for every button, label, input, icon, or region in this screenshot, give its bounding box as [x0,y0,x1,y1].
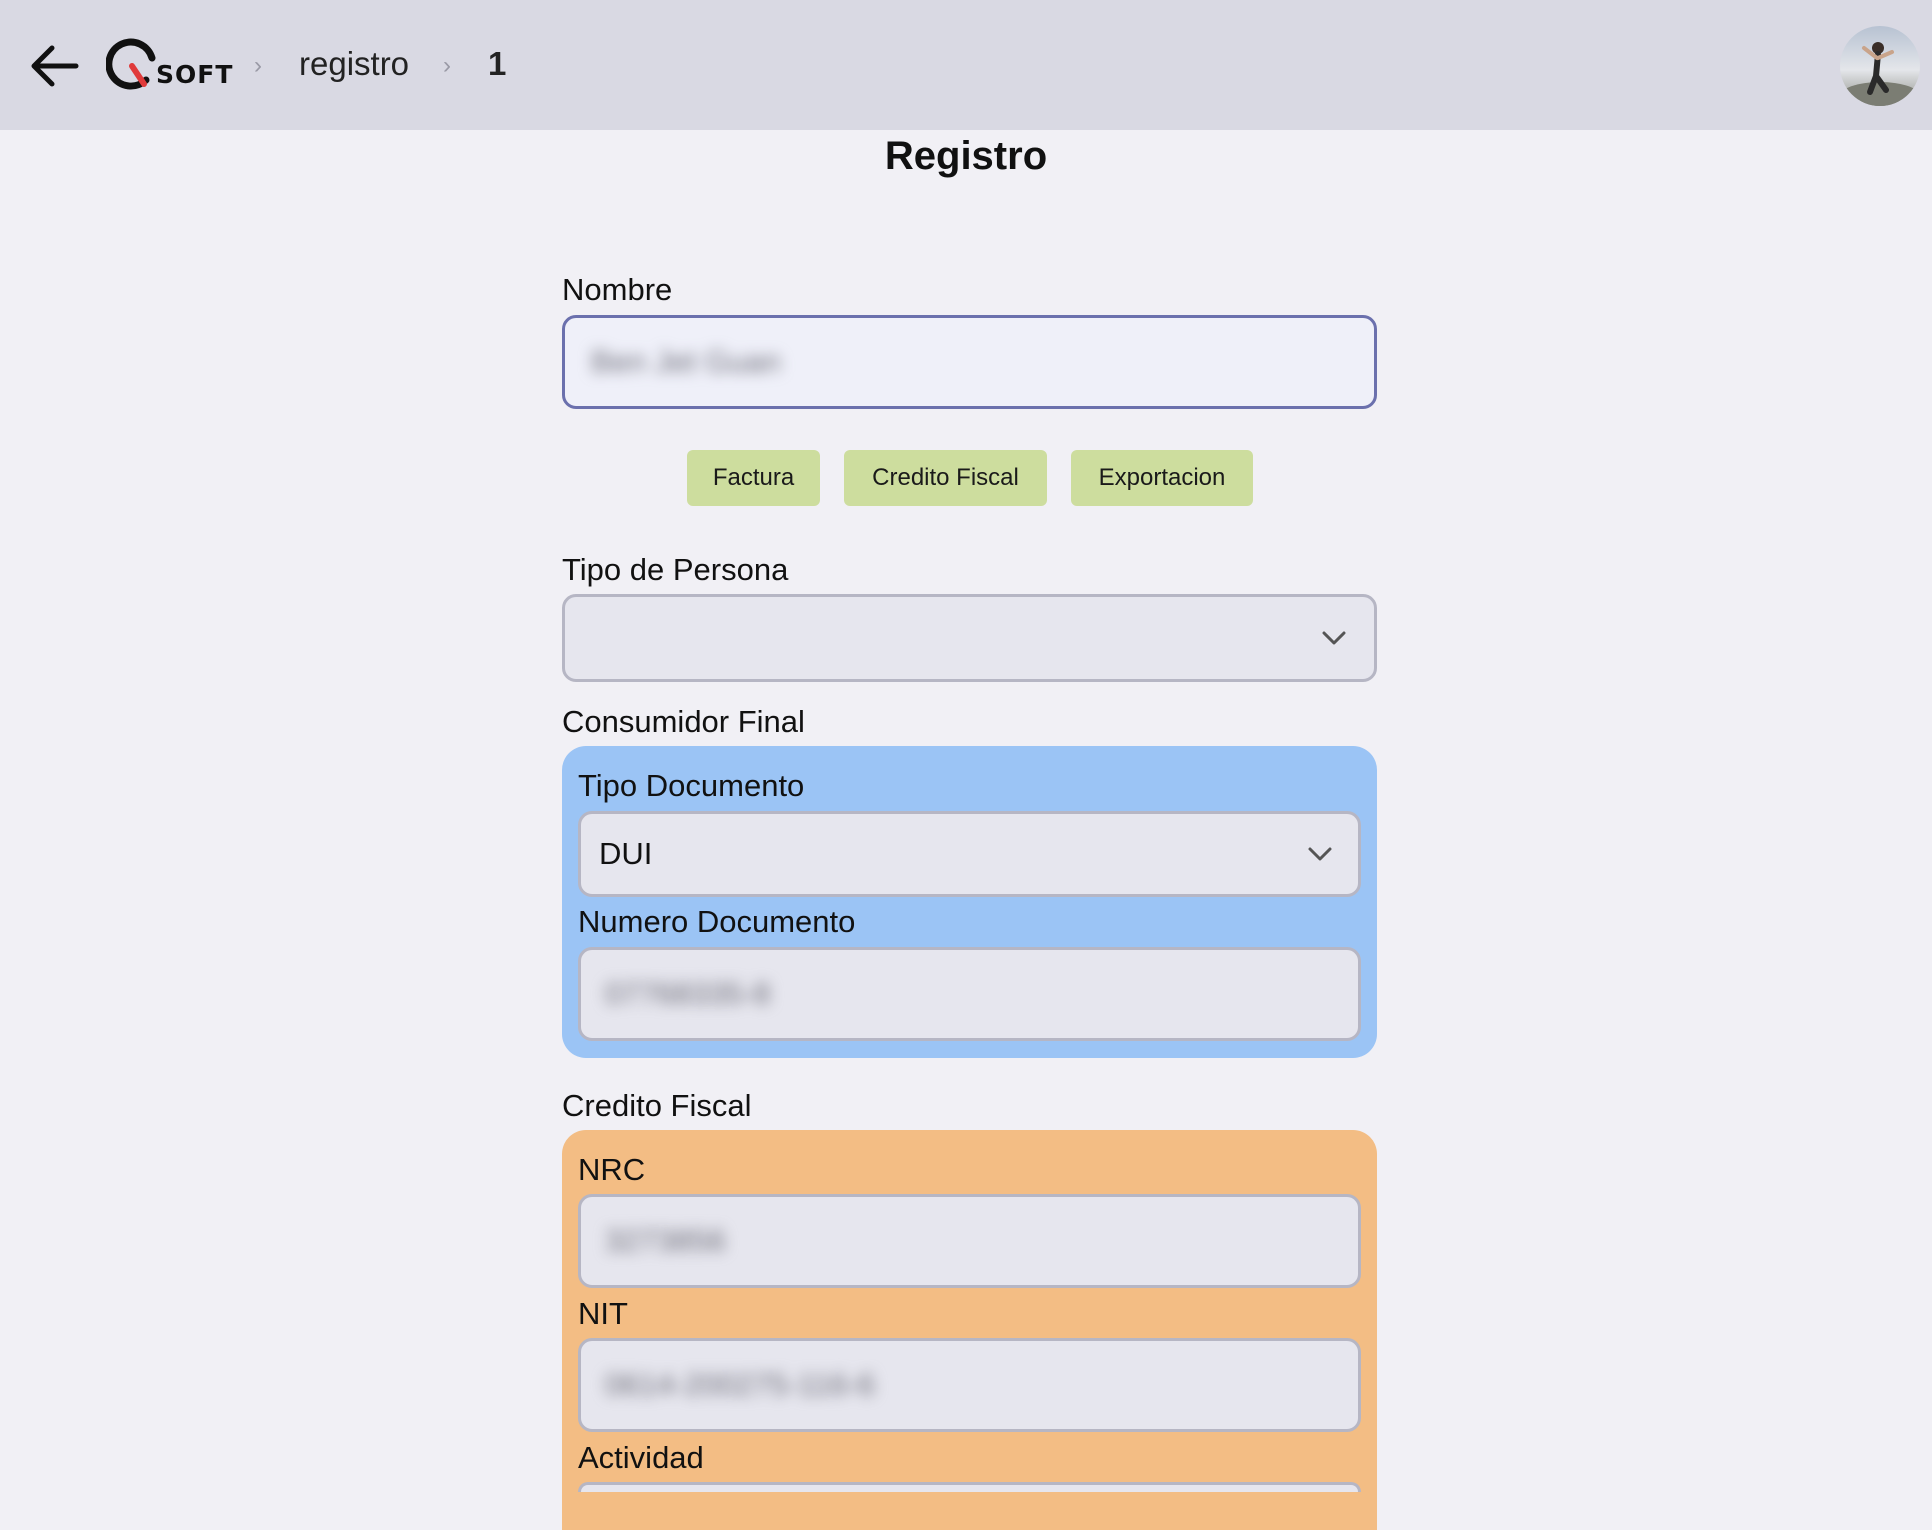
chevron-down-icon [1308,847,1332,861]
exportacion-button[interactable]: Exportacion [1071,450,1253,506]
nit-value: 0614-200275-116-6 [605,1367,876,1402]
credito-fiscal-button[interactable]: Credito Fiscal [844,450,1047,506]
page-title: Registro [884,134,1048,178]
tipo-persona-select[interactable] [562,594,1377,682]
nombre-input[interactable]: Ben Jet Guan [562,315,1377,409]
actividad-label: Actividad [578,1440,704,1475]
credito-fiscal-heading: Credito Fiscal [562,1088,752,1123]
q-logo-icon [106,38,156,90]
logo-text: SOFT [156,60,234,89]
nrc-label: NRC [578,1152,646,1187]
nombre-label: Nombre [562,272,673,307]
avatar-photo-icon [1840,42,1920,106]
actividad-input[interactable] [578,1482,1361,1492]
tipo-documento-select[interactable]: DUI [578,811,1361,897]
back-arrow-icon[interactable] [26,40,82,92]
nombre-value: Ben Jet Guan [591,344,781,379]
tipo-persona-label: Tipo de Persona [562,552,789,587]
qsoft-logo[interactable]: SOFT [106,36,232,92]
nit-input[interactable]: 0614-200275-116-6 [578,1338,1361,1432]
nit-label: NIT [578,1296,628,1331]
numero-documento-input[interactable]: 07768335-8 [578,947,1361,1041]
numero-documento-label: Numero Documento [578,904,856,939]
factura-button[interactable]: Factura [687,450,820,506]
breadcrumb-item-current: 1 [488,45,507,82]
tipo-documento-value: DUI [599,836,653,871]
numero-documento-value: 07768335-8 [605,976,771,1011]
tipo-documento-label: Tipo Documento [578,768,805,803]
chevron-down-icon [1322,631,1346,645]
chevron-right-icon: › [254,52,262,79]
consumidor-final-heading: Consumidor Final [562,704,805,739]
nrc-value: 3273856 [605,1223,726,1258]
top-bar: SOFT › registro › 1 [0,0,1932,130]
user-avatar[interactable] [1840,26,1920,106]
breadcrumb-item-registro[interactable]: registro [299,45,409,83]
nrc-input[interactable]: 3273856 [578,1194,1361,1288]
chevron-right-icon: › [443,52,451,79]
